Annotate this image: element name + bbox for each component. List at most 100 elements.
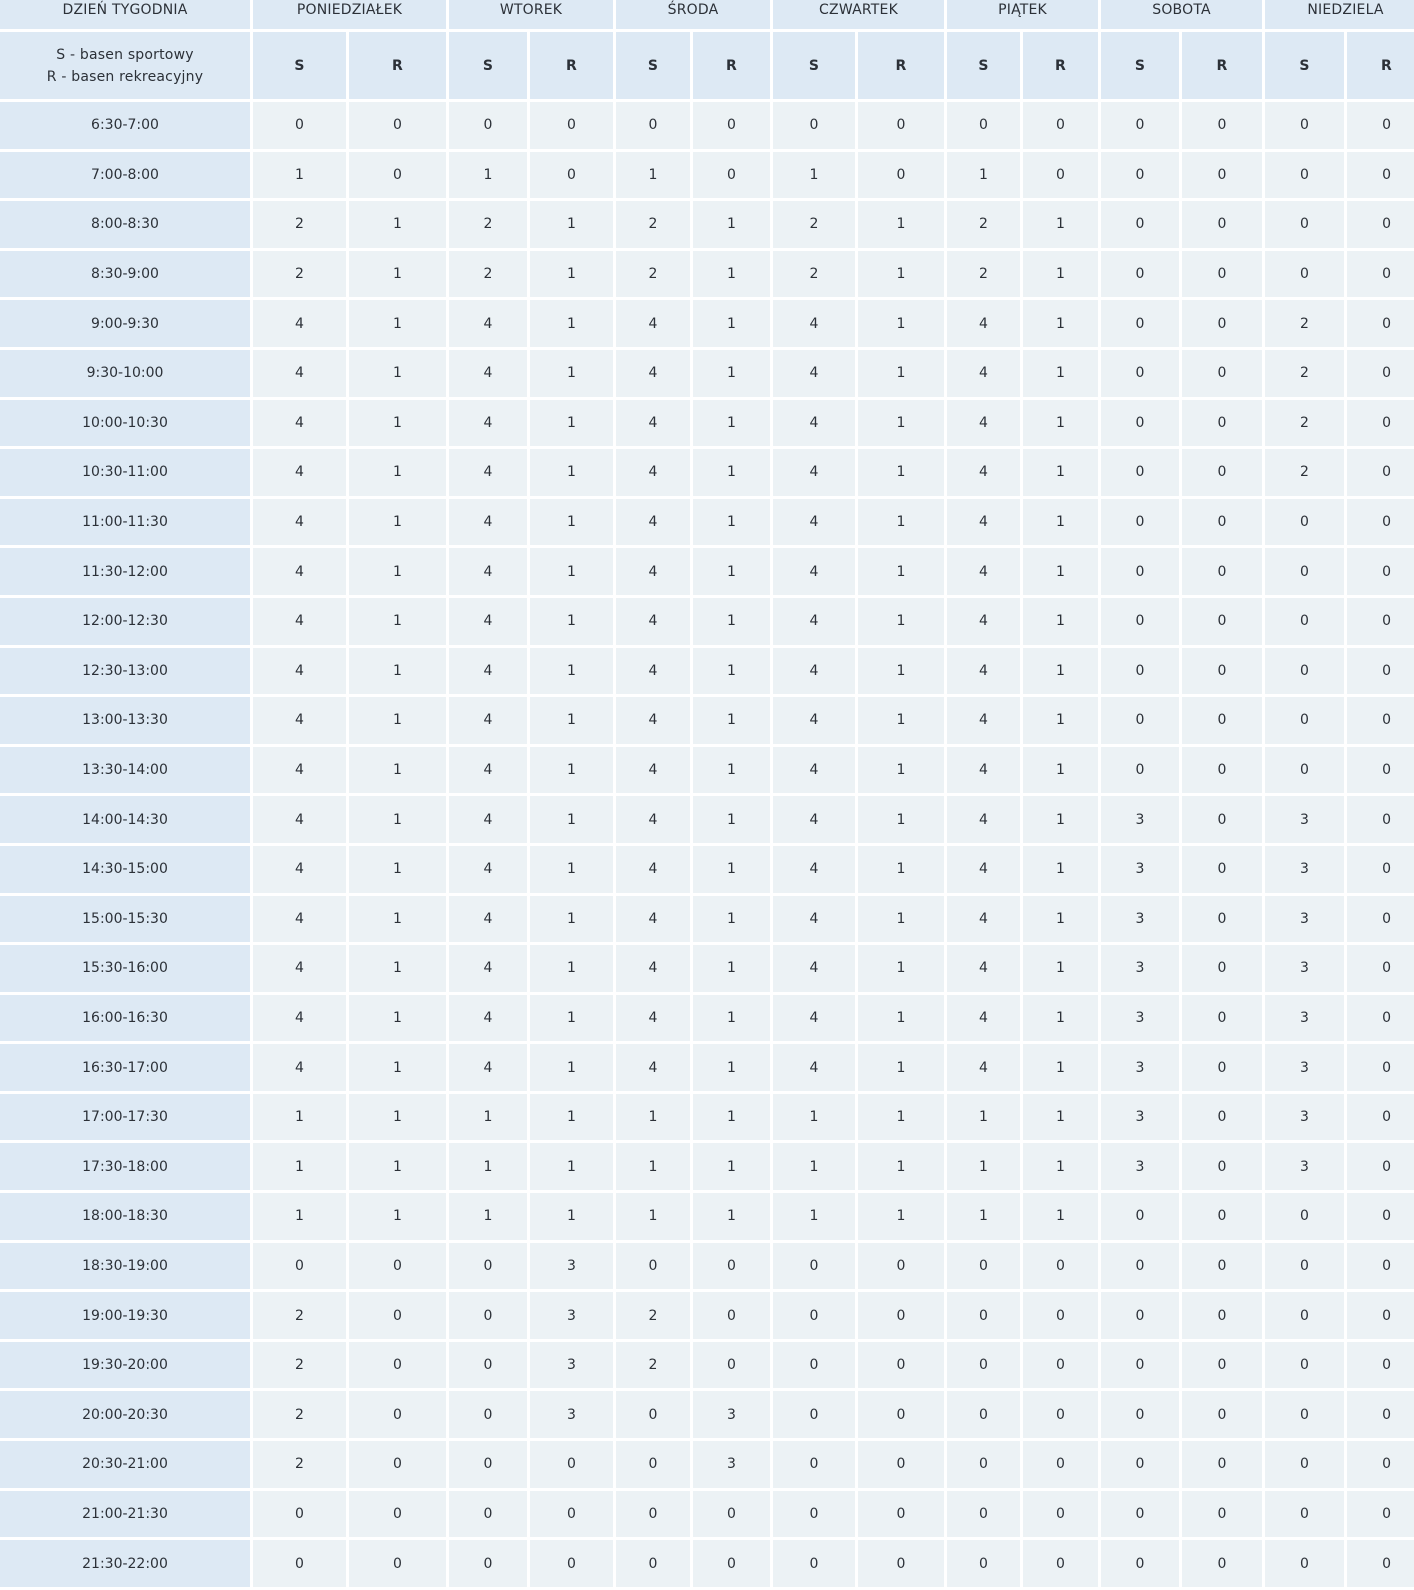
time-slot-row: 14:30-15:00 4 1 4 1 4 1 4 1 4 1 3 0 3 0 <box>0 845 1414 893</box>
recreation-pool-lanes-cell: 0 <box>1347 1093 1414 1141</box>
recreation-pool-lanes-cell: 1 <box>530 1093 613 1141</box>
sport-pool-lanes-cell: 4 <box>947 845 1021 893</box>
sport-pool-lanes-cell: 4 <box>449 994 527 1042</box>
recreation-pool-lanes-cell: 0 <box>1182 597 1263 645</box>
time-slot-row: 19:30-20:00 2 0 0 3 2 0 0 0 0 0 0 0 0 0 <box>0 1341 1414 1389</box>
schedule-body: DZIEŃ TYGODNIA PONIEDZIAŁEK WTOREK ŚRODA… <box>0 0 1414 1587</box>
sport-pool-lanes-cell: 4 <box>449 895 527 943</box>
sport-pool-lanes-cell: 1 <box>773 1143 855 1191</box>
sport-pool-lanes-cell: 0 <box>1265 746 1345 794</box>
sport-pool-lanes-cell: 0 <box>1265 647 1345 695</box>
time-slot-label: 10:00-10:30 <box>0 399 250 447</box>
sport-pool-lanes-cell: 0 <box>1101 746 1180 794</box>
sport-pool-lanes-cell: 3 <box>1101 1143 1180 1191</box>
sport-pool-lanes-cell: 1 <box>449 151 527 199</box>
recreation-pool-lanes-cell: 1 <box>349 895 446 943</box>
sport-pool-lanes-cell: 0 <box>1101 1292 1180 1339</box>
sport-pool-lanes-cell: 2 <box>947 201 1021 248</box>
time-slot-row: 9:00-9:30 4 1 4 1 4 1 4 1 4 1 0 0 2 0 <box>0 300 1414 347</box>
sport-pool-lanes-cell: 4 <box>616 300 690 347</box>
sport-pool-lanes-cell: 0 <box>449 1391 527 1439</box>
sport-pool-lanes-cell: 4 <box>773 647 855 695</box>
sport-pool-lanes-cell: 0 <box>773 1341 855 1389</box>
sport-pool-lanes-cell: 0 <box>1265 1292 1345 1339</box>
sub-header-r: R <box>693 32 770 99</box>
recreation-pool-lanes-cell: 1 <box>693 201 770 248</box>
sport-pool-lanes-cell: 4 <box>616 449 690 496</box>
sport-pool-lanes-cell: 0 <box>616 102 690 149</box>
day-header-monday: PONIEDZIAŁEK <box>253 0 446 29</box>
sport-pool-lanes-cell: 3 <box>1101 895 1180 943</box>
sport-pool-lanes-cell: 0 <box>1101 548 1180 595</box>
recreation-pool-lanes-cell: 1 <box>1023 945 1099 992</box>
recreation-pool-lanes-cell: 1 <box>530 697 613 744</box>
time-slot-label: 20:30-21:00 <box>0 1441 250 1488</box>
sport-pool-lanes-cell: 4 <box>253 994 346 1042</box>
sport-pool-lanes-cell: 2 <box>616 250 690 298</box>
pool-legend: S - basen sportowy R - basen rekreacyjny <box>0 32 250 99</box>
recreation-pool-lanes-cell: 0 <box>1182 1143 1263 1191</box>
sport-pool-lanes-cell: 3 <box>1101 796 1180 843</box>
sport-pool-lanes-cell: 1 <box>253 1193 346 1240</box>
sub-header-s: S <box>947 32 1021 99</box>
sub-header-r: R <box>1023 32 1099 99</box>
sport-pool-lanes-cell: 2 <box>947 250 1021 298</box>
sport-pool-lanes-cell: 1 <box>947 1093 1021 1141</box>
recreation-pool-lanes-cell: 1 <box>693 498 770 546</box>
sport-pool-lanes-cell: 4 <box>773 895 855 943</box>
recreation-pool-lanes-cell: 0 <box>530 151 613 199</box>
sport-pool-lanes-cell: 4 <box>253 548 346 595</box>
recreation-pool-lanes-cell: 1 <box>349 647 446 695</box>
recreation-pool-lanes-cell: 1 <box>530 746 613 794</box>
time-slot-row: 18:30-19:00 0 0 0 3 0 0 0 0 0 0 0 0 0 0 <box>0 1242 1414 1290</box>
recreation-pool-lanes-cell: 1 <box>530 349 613 397</box>
recreation-pool-lanes-cell: 0 <box>1182 1490 1263 1538</box>
recreation-pool-lanes-cell: 1 <box>530 597 613 645</box>
day-header-sunday: NIEDZIELA <box>1265 0 1414 29</box>
sport-pool-lanes-cell: 2 <box>616 201 690 248</box>
recreation-pool-lanes-cell: 0 <box>1182 1292 1263 1339</box>
sport-pool-lanes-cell: 1 <box>616 151 690 199</box>
time-slot-label: 12:30-13:00 <box>0 647 250 695</box>
sport-pool-lanes-cell: 2 <box>253 250 346 298</box>
recreation-pool-lanes-cell: 0 <box>1182 102 1263 149</box>
sport-pool-lanes-cell: 4 <box>616 746 690 794</box>
recreation-pool-lanes-cell: 0 <box>1023 1242 1099 1290</box>
day-header-wednesday: ŚRODA <box>616 0 770 29</box>
recreation-pool-lanes-cell: 0 <box>530 1540 613 1587</box>
sport-pool-lanes-cell: 4 <box>253 399 346 447</box>
recreation-pool-lanes-cell: 1 <box>1023 300 1099 347</box>
recreation-pool-lanes-cell: 1 <box>1023 349 1099 397</box>
time-slot-row: 21:30-22:00 0 0 0 0 0 0 0 0 0 0 0 0 0 0 <box>0 1540 1414 1587</box>
recreation-pool-lanes-cell: 1 <box>858 697 945 744</box>
time-slot-row: 11:30-12:00 4 1 4 1 4 1 4 1 4 1 0 0 0 0 <box>0 548 1414 595</box>
day-header-tuesday: WTOREK <box>449 0 613 29</box>
recreation-pool-lanes-cell: 3 <box>530 1391 613 1439</box>
sport-pool-lanes-cell: 0 <box>1265 498 1345 546</box>
recreation-pool-lanes-cell: 1 <box>530 895 613 943</box>
day-header-thursday: CZWARTEK <box>773 0 945 29</box>
sport-pool-lanes-cell: 0 <box>773 1441 855 1488</box>
sport-pool-lanes-cell: 0 <box>1265 1193 1345 1240</box>
sport-pool-lanes-cell: 0 <box>616 1540 690 1587</box>
recreation-pool-lanes-cell: 1 <box>530 1193 613 1240</box>
sport-pool-lanes-cell: 4 <box>773 945 855 992</box>
sport-pool-lanes-cell: 3 <box>1265 994 1345 1042</box>
recreation-pool-lanes-cell: 0 <box>1182 1441 1263 1488</box>
sport-pool-lanes-cell: 0 <box>1101 151 1180 199</box>
sport-pool-lanes-cell: 0 <box>1101 1193 1180 1240</box>
recreation-pool-lanes-cell: 1 <box>1023 449 1099 496</box>
sport-pool-lanes-cell: 4 <box>947 994 1021 1042</box>
sport-pool-lanes-cell: 1 <box>947 151 1021 199</box>
recreation-pool-lanes-cell: 1 <box>693 300 770 347</box>
recreation-pool-lanes-cell: 0 <box>1347 746 1414 794</box>
time-slot-row: 7:00-8:00 1 0 1 0 1 0 1 0 1 0 0 0 0 0 <box>0 151 1414 199</box>
recreation-pool-lanes-cell: 1 <box>693 449 770 496</box>
sport-pool-lanes-cell: 3 <box>1265 1093 1345 1141</box>
sub-header-s: S <box>449 32 527 99</box>
recreation-pool-lanes-cell: 1 <box>858 647 945 695</box>
sport-pool-lanes-cell: 4 <box>947 548 1021 595</box>
recreation-pool-lanes-cell: 1 <box>858 1044 945 1091</box>
recreation-pool-lanes-cell: 1 <box>858 945 945 992</box>
sport-pool-lanes-cell: 1 <box>773 1093 855 1141</box>
